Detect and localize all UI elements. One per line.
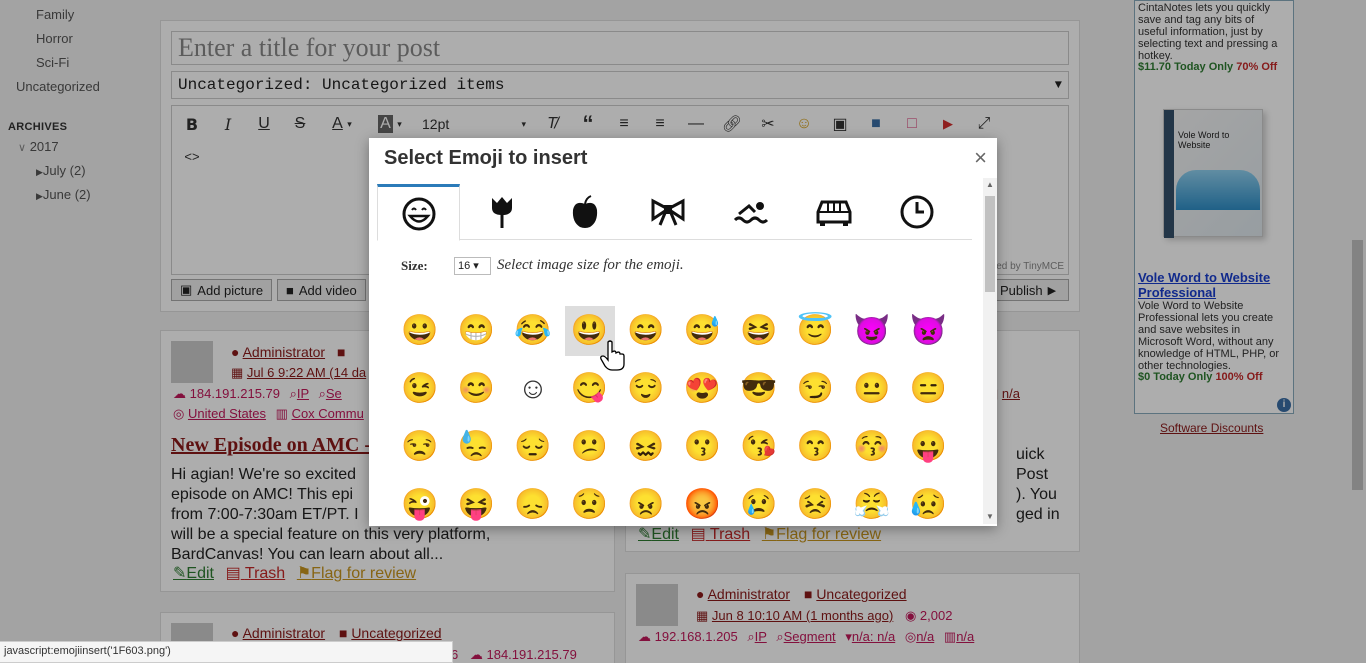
emoji-option[interactable]: 😏 (791, 364, 841, 414)
scroll-down-icon[interactable]: ▼ (983, 510, 997, 524)
emoji-option[interactable]: 😘 (734, 422, 784, 472)
emoji-dialog: Select Emoji to insert × Size: 16 ▾ Sele… (369, 138, 997, 526)
emoji-option[interactable]: 😕 (565, 422, 615, 472)
tab-travel[interactable] (792, 184, 875, 240)
tab-nature[interactable] (460, 184, 543, 240)
emoji-option[interactable]: 😙 (791, 422, 841, 472)
tab-smileys[interactable] (377, 184, 460, 241)
emoji-option[interactable]: 😐 (847, 364, 897, 414)
emoji-option[interactable]: 😍 (678, 364, 728, 414)
close-icon[interactable]: × (974, 145, 987, 171)
emoji-option[interactable]: 😈 (847, 306, 897, 356)
swimmer-icon (733, 202, 768, 224)
emoji-option[interactable]: 😡 (678, 480, 728, 524)
emoji-option[interactable]: 👿 (904, 306, 954, 356)
emoji-option[interactable]: 😛 (904, 422, 954, 472)
dialog-title: Select Emoji to insert (384, 147, 588, 169)
emoji-option[interactable]: 😓 (452, 422, 502, 472)
emoji-option[interactable]: 😤 (847, 480, 897, 524)
emoji-option[interactable]: 😔 (508, 422, 558, 472)
emoji-option[interactable]: 😄 (621, 306, 671, 356)
emoji-option[interactable]: 😜 (395, 480, 445, 524)
emoji-option[interactable]: 😁 (452, 306, 502, 356)
emoji-option[interactable]: 😌 (621, 364, 671, 414)
emoji-option[interactable]: 😟 (565, 480, 615, 524)
emoji-category-tabs (377, 184, 972, 241)
emoji-option[interactable]: 😇 (791, 306, 841, 356)
emoji-option[interactable]: ☺ (508, 364, 558, 414)
tab-food[interactable] (543, 184, 626, 240)
scroll-up-icon[interactable]: ▲ (983, 178, 997, 192)
dialog-body: Size: 16 ▾ Select image size for the emo… (377, 178, 989, 524)
emoji-option[interactable]: 😞 (508, 480, 558, 524)
emoji-option[interactable]: 😖 (621, 422, 671, 472)
apple-icon (572, 195, 597, 228)
hand-cursor-icon (600, 340, 625, 371)
emoji-option[interactable]: 😢 (734, 480, 784, 524)
browser-status-bar: javascript:emojiinsert('1F603.png') (0, 641, 453, 663)
emoji-option[interactable]: 😠 (621, 480, 671, 524)
emoji-option[interactable]: 😑 (904, 364, 954, 414)
emoji-option[interactable]: 😚 (847, 422, 897, 472)
tab-activity[interactable] (709, 184, 792, 240)
size-help-text: Select image size for the emoji. (497, 257, 684, 273)
size-label: Size: (401, 258, 428, 273)
emoji-option[interactable]: 😣 (791, 480, 841, 524)
clock-icon (900, 195, 933, 229)
emoji-option[interactable]: 😉 (395, 364, 445, 414)
emoji-option[interactable]: 😗 (678, 422, 728, 472)
dialog-scrollbar[interactable]: ▲ ▼ (983, 178, 997, 524)
emoji-option[interactable]: 😎 (734, 364, 784, 414)
emoji-option[interactable]: 😊 (452, 364, 502, 414)
emoji-option[interactable]: 😒 (395, 422, 445, 472)
bow-icon (651, 198, 684, 226)
tab-recent[interactable] (875, 184, 958, 240)
car-icon (816, 200, 851, 226)
emoji-option[interactable]: 😅 (678, 306, 728, 356)
tab-celebration[interactable] (626, 184, 709, 240)
smileys-icon (402, 197, 435, 230)
flower-icon (491, 197, 512, 228)
emoji-option[interactable]: 😝 (452, 480, 502, 524)
emoji-option[interactable]: 😥 (904, 480, 954, 524)
emoji-option[interactable]: 😀 (395, 306, 445, 356)
size-select[interactable]: 16 ▾ (454, 257, 491, 275)
emoji-option[interactable]: 😆 (734, 306, 784, 356)
emoji-option[interactable]: 😂 (508, 306, 558, 356)
